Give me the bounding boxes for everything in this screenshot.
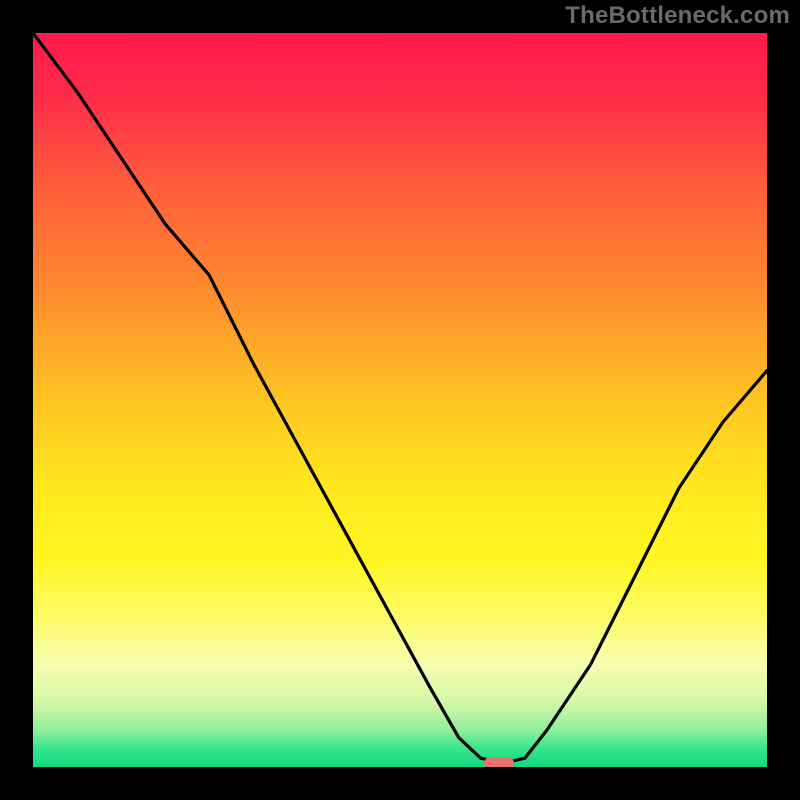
gradient-background — [33, 33, 767, 767]
watermark-text: TheBottleneck.com — [565, 2, 790, 30]
chart-frame: TheBottleneck.com — [0, 0, 800, 800]
optimal-point-marker — [484, 757, 514, 767]
bottleneck-plot — [33, 33, 767, 767]
